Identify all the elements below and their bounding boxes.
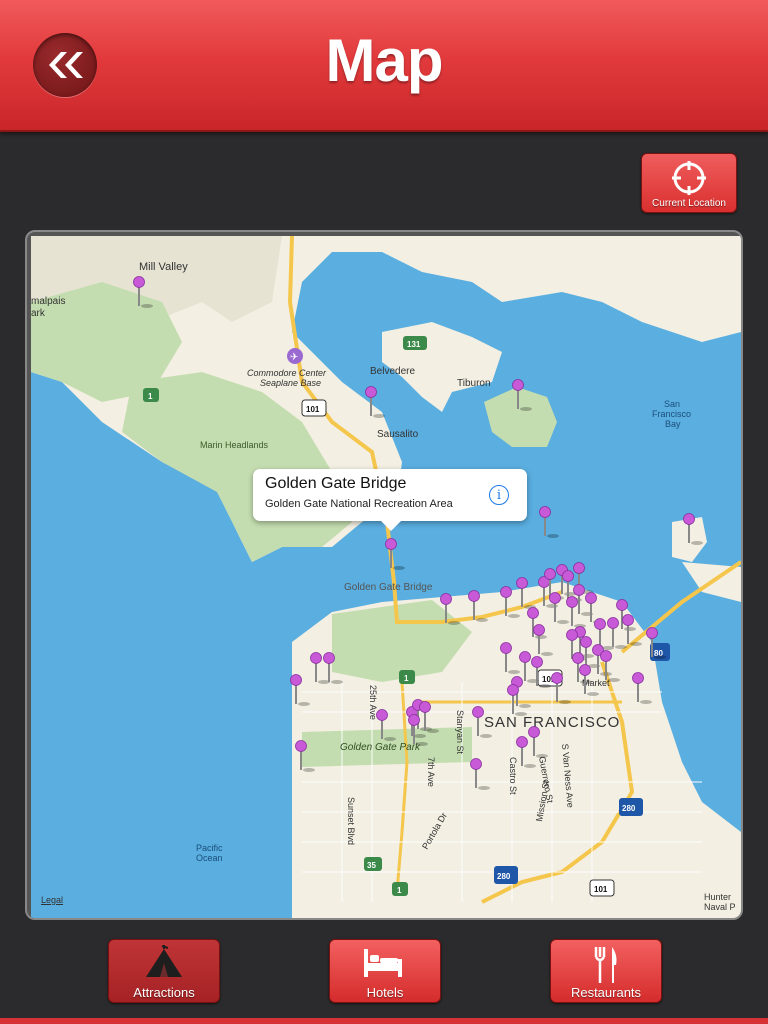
- airport-icon: ✈: [287, 348, 303, 364]
- tab-label: Hotels: [366, 985, 404, 1000]
- page-title: Map: [325, 27, 444, 94]
- route-shield-131: 131: [403, 336, 427, 350]
- svg-text:✈: ✈: [290, 352, 298, 363]
- svg-text:1: 1: [404, 674, 409, 683]
- header-bar: Map: [0, 0, 768, 132]
- route-shield-1a: 1: [143, 388, 159, 402]
- route-shield-35: 35: [364, 857, 382, 871]
- svg-text:1: 1: [397, 886, 402, 895]
- map-label-commodore: Commodore Center: [247, 368, 327, 378]
- map-view[interactable]: Mill Valley malpais ark Commodore Center…: [25, 230, 743, 920]
- legal-link[interactable]: Legal: [41, 895, 63, 905]
- map-label-sf-bay-1: San: [664, 399, 680, 409]
- map-callout[interactable]: Golden Gate Bridge Golden Gate National …: [253, 469, 527, 531]
- map-label-hunters-2: Naval P: [704, 902, 736, 912]
- tab-label: Attractions: [133, 985, 195, 1000]
- map-label-golden-gate-park: Golden Gate Park: [340, 742, 421, 753]
- svg-text:280: 280: [497, 872, 511, 881]
- info-icon[interactable]: i: [489, 485, 509, 505]
- tab-attractions[interactable]: Attractions: [108, 939, 220, 1003]
- route-shield-1c: 1: [392, 882, 408, 896]
- route-shield-1b: 1: [399, 670, 415, 684]
- map-label-sunset-blvd: Sunset Blvd: [346, 797, 356, 845]
- svg-text:280: 280: [622, 804, 636, 813]
- map-label-mill-valley: Mill Valley: [139, 261, 188, 273]
- map-label-marin-headlands: Marin Headlands: [200, 440, 269, 450]
- current-location-label: Current Location: [652, 198, 726, 209]
- crosshair-icon: [672, 161, 706, 195]
- map-label-sausalito: Sausalito: [377, 429, 419, 440]
- svg-text:131: 131: [407, 340, 421, 349]
- map-canvas[interactable]: Mill Valley malpais ark Commodore Center…: [31, 236, 741, 918]
- map-label-golden-gate-bridge: Golden Gate Bridge: [344, 582, 433, 593]
- callout-title: Golden Gate Bridge: [265, 475, 407, 492]
- svg-text:35: 35: [367, 861, 376, 870]
- map-label-pacific-2: Ocean: [196, 853, 223, 863]
- route-shield-101b: 101: [589, 879, 615, 897]
- map-label-belvedere: Belvedere: [370, 366, 415, 377]
- fork-knife-icon: [594, 947, 617, 983]
- map-label-7th-ave: 7th Ave: [426, 757, 436, 787]
- route-shield-280b: 280: [494, 866, 518, 884]
- map-label-park: ark: [31, 308, 46, 319]
- callout-subtitle: Golden Gate National Recreation Area: [265, 498, 453, 510]
- tab-label: Restaurants: [570, 985, 642, 1000]
- tab-hotels[interactable]: Hotels: [329, 939, 441, 1003]
- bed-icon: [364, 949, 402, 977]
- route-shield-280a: 280: [619, 798, 643, 816]
- map-label-tamalpais: malpais: [31, 296, 65, 307]
- map-label-sf-bay-2: Francisco: [652, 409, 691, 419]
- map-label-pacific-1: Pacific: [196, 843, 223, 853]
- tent-icon: [146, 945, 182, 977]
- map-label-san-francisco: SAN FRANCISCO: [484, 714, 620, 731]
- map-label-seaplane: Seaplane Base: [260, 378, 321, 388]
- current-location-button[interactable]: Current Location: [641, 153, 737, 213]
- svg-text:101: 101: [306, 405, 320, 414]
- svg-text:101: 101: [594, 885, 608, 894]
- bottom-strip: [0, 1018, 768, 1024]
- tab-restaurants[interactable]: Restaurants: [550, 939, 662, 1003]
- map-label-hunters-1: Hunter: [704, 892, 731, 902]
- map-label-sf-bay-3: Bay: [665, 419, 681, 429]
- map-label-stanyan: Stanyan St: [455, 710, 465, 755]
- route-shield-101a: 101: [301, 399, 327, 417]
- svg-text:1: 1: [148, 392, 153, 401]
- map-label-tiburon: Tiburon: [457, 378, 491, 389]
- map-label-castro: Castro St: [508, 757, 518, 795]
